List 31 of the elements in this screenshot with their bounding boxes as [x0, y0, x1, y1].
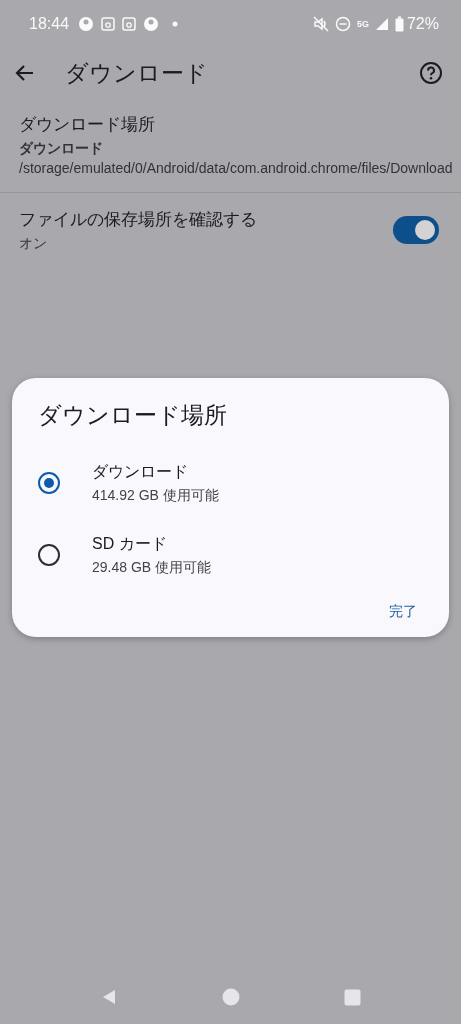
notification-icon: [122, 17, 137, 31]
notification-icon: [143, 16, 160, 32]
option-label: SD カード: [92, 534, 168, 554]
setting-summary: ダウンロード /storage/emulated/0/Android/data/com.android.chrome/files/Download: [19, 139, 453, 178]
option-label: ダウンロード: [92, 462, 189, 482]
mute-icon: [312, 16, 329, 32]
notification-icon: [78, 16, 95, 32]
radio-option[interactable]: SD カード 29.48 GB 使用可能: [12, 519, 449, 591]
option-detail: 414.92 GB 使用可能: [92, 486, 219, 505]
done-button[interactable]: 完了: [379, 597, 427, 627]
network-type: 5G: [356, 19, 369, 29]
setting-summary: オン: [19, 234, 48, 253]
radio-button[interactable]: [38, 472, 60, 494]
clock-time: 18:44: [29, 15, 70, 33]
settings-item[interactable]: ファイルの保存場所を確認する オン: [0, 193, 461, 267]
radio-button[interactable]: [38, 544, 60, 566]
radio-option[interactable]: ダウンロード 414.92 GB 使用可能: [12, 447, 449, 519]
dialog-title: ダウンロード場所: [37, 401, 228, 430]
notification-icon: [101, 17, 116, 31]
battery-icon: [394, 16, 404, 32]
page-title: ダウンロード: [65, 58, 209, 88]
do-not-disturb-icon: [334, 16, 351, 32]
settings-item[interactable]: ダウンロード場所 ダウンロード /storage/emulated/0/Android/data/com.android.chrome/files/Download: [0, 98, 461, 192]
toggle-switch[interactable]: [393, 216, 439, 244]
option-detail: 29.48 GB 使用可能: [92, 558, 212, 577]
battery-percentage: 72%: [406, 15, 439, 33]
help-icon: [419, 61, 443, 85]
more-notifications-icon: [172, 21, 179, 27]
signal-icon: [374, 17, 389, 31]
setting-title: ダウンロード場所: [19, 114, 156, 136]
setting-title: ファイルの保存場所を確認する: [19, 209, 258, 231]
